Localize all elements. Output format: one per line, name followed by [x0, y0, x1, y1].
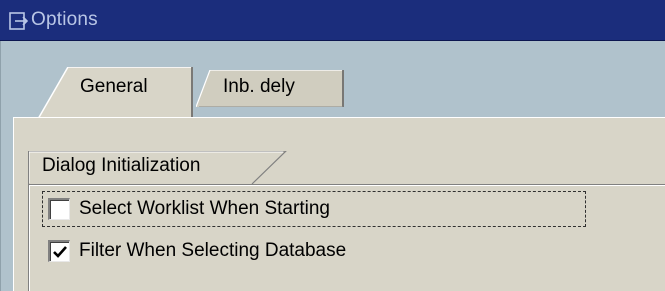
group-divider-highlight — [28, 185, 665, 186]
window-title: Options — [31, 9, 98, 30]
select-worklist-checkbox[interactable] — [48, 198, 70, 220]
tab-general[interactable]: General — [38, 67, 193, 119]
group-title: Dialog Initialization — [42, 155, 201, 176]
check-mark-icon — [53, 246, 67, 258]
group-left-border-highlight — [29, 186, 30, 291]
tab-inb-dely[interactable]: Inb. dely — [196, 70, 344, 107]
window-exit-icon — [9, 12, 28, 30]
tab-general-label: General — [80, 76, 148, 97]
tab-inb-dely-label: Inb. dely — [223, 76, 295, 97]
select-worklist-label[interactable]: Select Worklist When Starting — [79, 198, 330, 220]
title-bar: Options — [0, 0, 665, 41]
filter-database-checkbox[interactable] — [48, 240, 70, 262]
filter-database-label[interactable]: Filter When Selecting Database — [79, 240, 346, 262]
